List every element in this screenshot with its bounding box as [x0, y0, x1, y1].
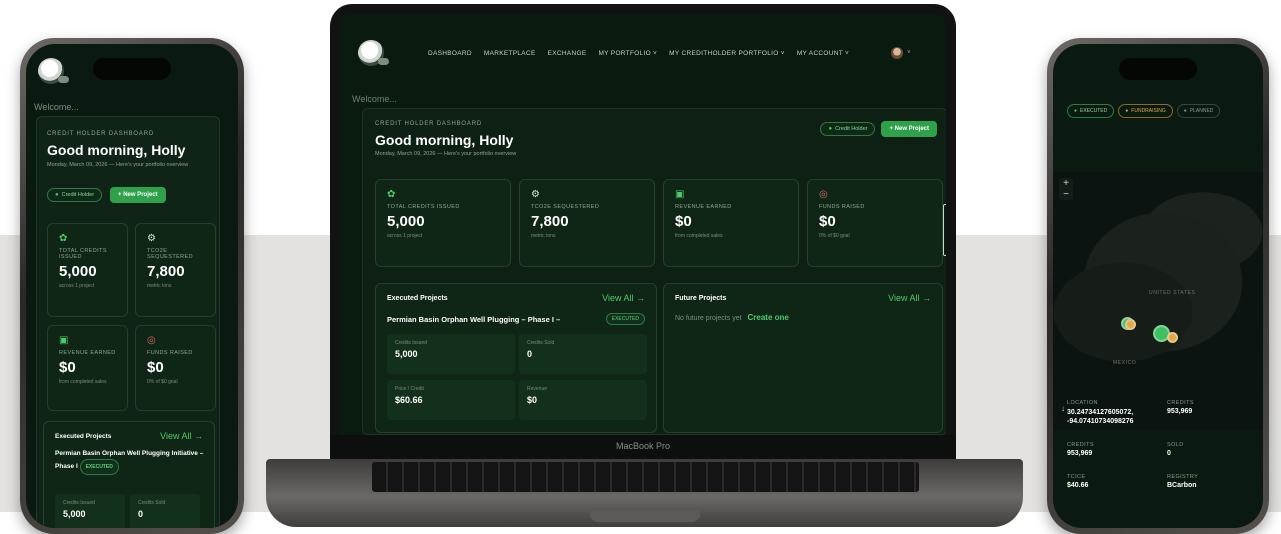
project-name[interactable]: Permian Basin Orphan Well Plugging Initi… — [55, 449, 205, 475]
map-view[interactable]: + − UNITED STATES MEXICO ↓ — [1053, 172, 1263, 430]
phone-right-device: ● EXECUTED ● FUNDRAISING ● PLANNED + − UNIT… — [1047, 38, 1269, 534]
dashboard-eyebrow: CREDIT HOLDER DASHBOARD — [375, 121, 482, 127]
executed-projects-card: Executed Projects View All → Permian Bas… — [375, 283, 657, 433]
nav-exchange[interactable]: EXCHANGE — [548, 50, 587, 57]
stat-card-credits: ✿ TOTAL CREDITS ISSUED 5,000 across 1 pr… — [375, 179, 511, 267]
greeting: Good morning, Holly — [375, 132, 514, 148]
map-marker-fundraising-2[interactable] — [1167, 332, 1178, 343]
app-logo-icon[interactable] — [358, 40, 389, 66]
status-badge: EXECUTED — [79, 459, 119, 475]
cash-icon: ▣ — [59, 335, 69, 346]
info-sold: SOLD 0 — [1167, 442, 1184, 457]
info-registry: REGISTRY BCarbon — [1167, 474, 1199, 489]
laptop-screen: DASHBOARD MARKETPLACE EXCHANGE MY PORTFO… — [340, 14, 946, 435]
map-marker-fundraising[interactable] — [1125, 319, 1136, 330]
dashboard-eyebrow: CREDIT HOLDER DASHBOARD — [47, 131, 154, 137]
create-one-link[interactable]: Create one — [747, 313, 788, 322]
date-line: Monday, March 09, 2026 — Here's your por… — [375, 151, 517, 157]
dynamic-island — [1119, 58, 1197, 80]
avatar-caret-icon[interactable]: ˅ — [907, 50, 911, 56]
new-project-button[interactable]: + New Project — [110, 187, 166, 203]
dynamic-island — [93, 58, 171, 80]
map-filter-chips: ● EXECUTED ● FUNDRAISING ● PLANNED — [1067, 104, 1221, 118]
stat-card-funds: ◎ FUNDS RAISED $0 0% of $0 goal — [807, 179, 943, 267]
side-feedback-tab[interactable] — [943, 204, 946, 256]
map-label-us: UNITED STATES — [1149, 290, 1196, 296]
empty-state-text: No future projects yet — [675, 315, 742, 322]
view-all-future-link[interactable]: View All → — [888, 293, 931, 303]
new-project-button[interactable]: + New Project — [881, 121, 937, 137]
credit-holder-button[interactable]: ● Credit Holder — [47, 188, 103, 202]
credits-sold-cell: Credits Sold 0 — [130, 494, 200, 528]
compass-arrow-icon: ↓ — [1061, 404, 1065, 413]
info-credits-2: CREDITS 953,969 — [1067, 442, 1094, 457]
executed-projects-card: Executed Projects View All → Permian Bas… — [43, 421, 215, 528]
zoom-out-button[interactable]: − — [1059, 189, 1073, 200]
keyboard — [372, 462, 919, 492]
executed-projects-title: Executed Projects — [55, 432, 112, 440]
sprout-icon: ✿ — [59, 233, 68, 244]
welcome-text: Welcome... — [352, 94, 397, 104]
info-price: TCICE $40.66 — [1067, 474, 1089, 489]
phone-left-screen: Welcome... CREDIT HOLDER DASHBOARD Good … — [26, 44, 238, 528]
stat-card-credits: ✿ TOTAL CREDITS ISSUED 5,000 across 1 pr… — [47, 223, 128, 317]
zoom-in-button[interactable]: + — [1059, 178, 1073, 189]
top-nav: DASHBOARD MARKETPLACE EXCHANGE MY PORTFO… — [340, 14, 946, 92]
laptop-chin: MacBook Pro — [330, 435, 956, 459]
welcome-text: Welcome... — [34, 102, 79, 112]
stat-card-tco2e: ⚙ TCO2E SEQUESTERED 7,800 metric tons — [135, 223, 216, 317]
target-icon: ◎ — [147, 335, 156, 346]
cash-icon: ▣ — [675, 189, 685, 200]
chip-executed[interactable]: ● EXECUTED — [1067, 104, 1115, 118]
chip-planned[interactable]: ● PLANNED — [1176, 104, 1221, 118]
credits-issued-cell: Credits Issued 5,000 — [387, 334, 515, 374]
view-all-link[interactable]: View All → — [602, 293, 645, 303]
trackpad — [590, 510, 700, 522]
executed-projects-title: Executed Projects — [387, 294, 448, 302]
phone-left-device: Welcome... CREDIT HOLDER DASHBOARD Good … — [20, 38, 244, 534]
project-name[interactable]: Permian Basin Orphan Well Plugging – Pha… — [387, 315, 560, 324]
stat-card-revenue: ▣ REVENUE EARNED $0 from completed sales — [47, 325, 128, 411]
app-logo-icon[interactable] — [38, 58, 69, 84]
nav-creditholder-portfolio[interactable]: MY CREDITHOLDER PORTFOLIO ˅ — [669, 50, 785, 57]
credits-issued-cell: Credits Issued 5,000 — [55, 494, 125, 528]
credits-sold-cell: Credits Sold 0 — [519, 334, 647, 374]
avatar[interactable] — [891, 47, 904, 59]
zoom-controls: + − — [1059, 178, 1073, 200]
view-all-link[interactable]: View All → — [160, 431, 203, 441]
credit-holder-button[interactable]: ● Credit Holder — [820, 122, 876, 136]
stat-card-tco2e: ⚙ TCO2E SEQUESTERED 7,800 metric tons — [519, 179, 655, 267]
greeting: Good morning, Holly — [47, 142, 186, 158]
nav-items: DASHBOARD MARKETPLACE EXCHANGE MY PORTFO… — [428, 50, 849, 57]
tool-icon: ⚙ — [147, 233, 156, 244]
dashboard-panel: CREDIT HOLDER DASHBOARD Good morning, Ho… — [36, 116, 220, 528]
phone-right-screen: ● EXECUTED ● FUNDRAISING ● PLANNED + − UNIT… — [1053, 44, 1263, 528]
target-icon: ◎ — [819, 189, 828, 200]
laptop-lid: DASHBOARD MARKETPLACE EXCHANGE MY PORTFO… — [330, 4, 956, 459]
future-projects-title: Future Projects — [675, 294, 727, 302]
map-label-mexico: MEXICO — [1113, 360, 1137, 366]
future-projects-card: Future Projects View All → No future pro… — [663, 283, 943, 433]
stat-card-revenue: ▣ REVENUE EARNED $0 from completed sales — [663, 179, 799, 267]
nav-dashboard[interactable]: DASHBOARD — [428, 50, 472, 57]
revenue-cell: Revenue $0 — [519, 380, 647, 420]
stat-card-funds: ◎ FUNDS RAISED $0 0% of $0 goal — [135, 325, 216, 411]
nav-my-portfolio[interactable]: MY PORTFOLIO ˅ — [598, 50, 657, 57]
sprout-icon: ✿ — [387, 189, 396, 200]
price-cell: Price / Credit $60.66 — [387, 380, 515, 420]
tool-icon: ⚙ — [531, 189, 540, 200]
dashboard-panel: CREDIT HOLDER DASHBOARD Good morning, Ho… — [362, 108, 946, 435]
date-line: Monday, March 09, 2026 — Here's your por… — [47, 162, 189, 168]
chip-fundraising[interactable]: ● FUNDRAISING — [1118, 104, 1173, 118]
info-credits: CREDITS 953,969 — [1167, 400, 1194, 415]
nav-marketplace[interactable]: MARKETPLACE — [484, 50, 536, 57]
status-badge: EXECUTED — [605, 313, 645, 325]
nav-my-account[interactable]: MY ACCOUNT ˅ — [797, 50, 849, 57]
info-location: LOCATION 30.24734127605072, -94.07410734… — [1067, 400, 1134, 425]
